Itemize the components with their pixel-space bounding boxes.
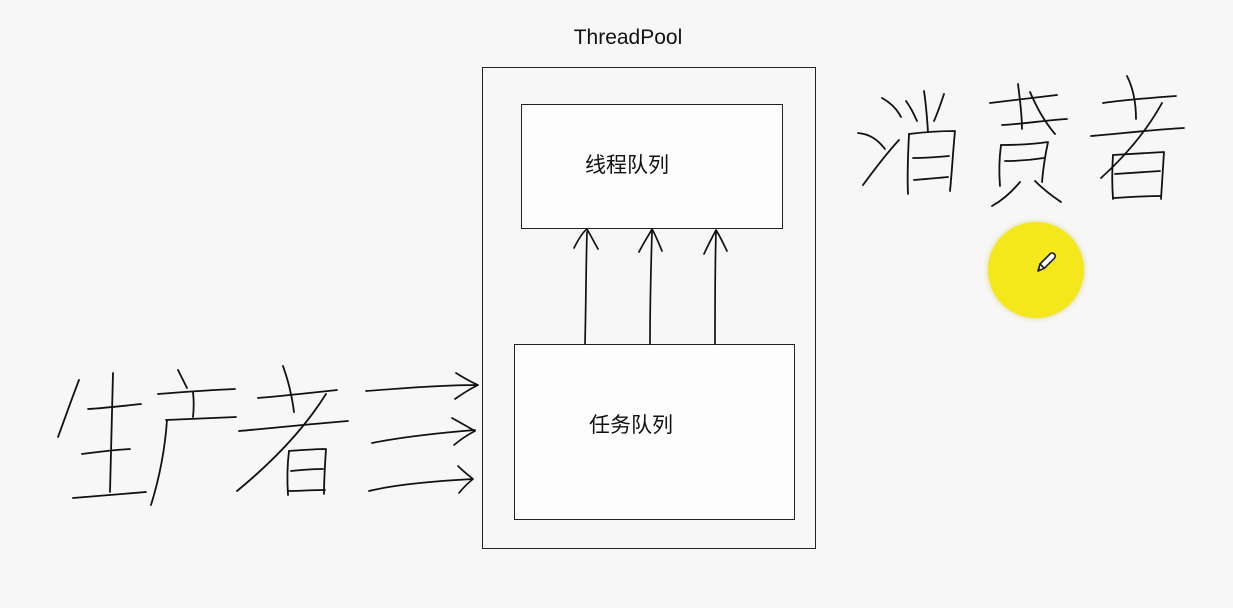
task-queue-label: 任务队列 [589, 413, 673, 437]
producer-handwriting [57, 365, 349, 506]
thread-pool-title: ThreadPool [573, 26, 683, 49]
pencil-icon [1037, 252, 1056, 272]
consumer-handwriting [857, 75, 1185, 207]
producer-arrow-bottom [368, 465, 474, 494]
thread-queue-label: 线程队列 [585, 153, 669, 177]
producer-arrows [365, 372, 479, 494]
producer-arrow-top [365, 372, 479, 400]
diagram-canvas: ThreadPool 线程队列 任务队列 [0, 0, 1233, 608]
producer-arrow-middle [371, 417, 476, 446]
